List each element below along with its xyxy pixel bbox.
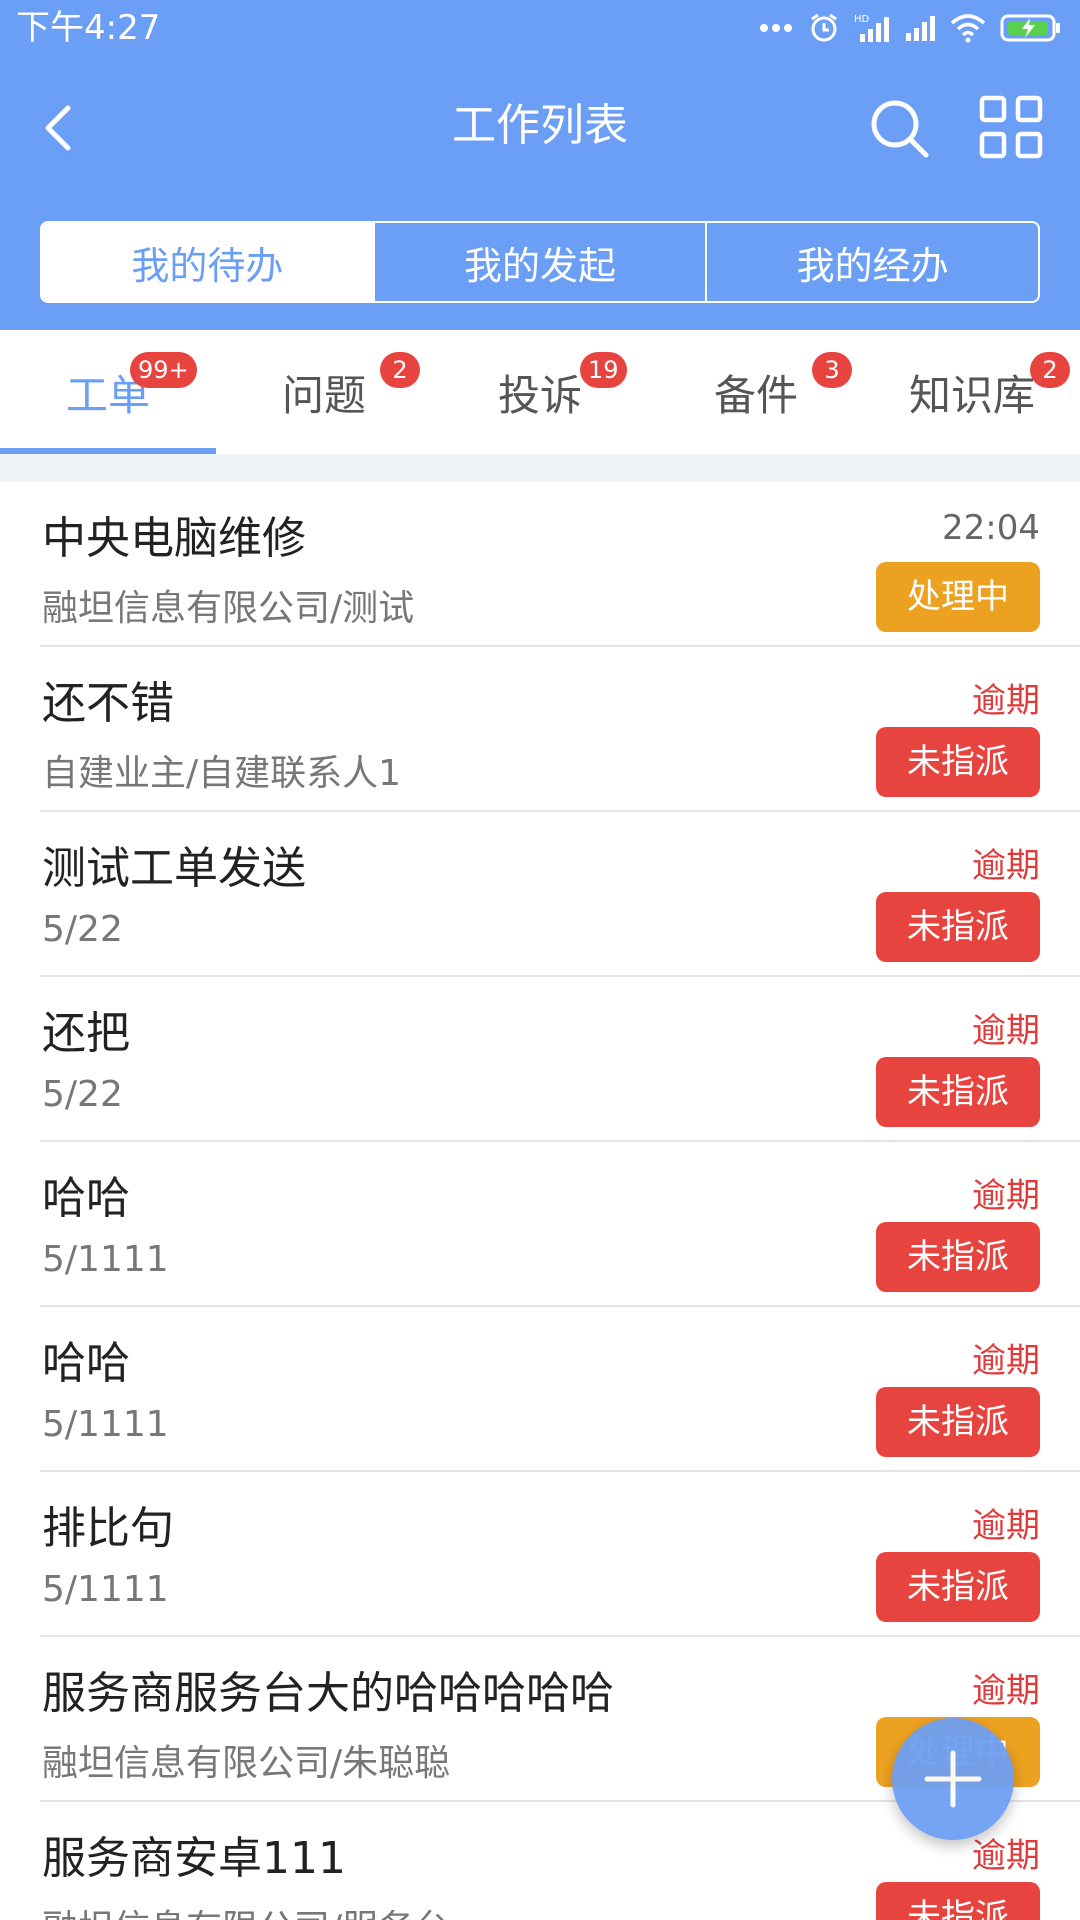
segmented-control: 我的待办 我的发起 我的经办 bbox=[40, 221, 1040, 303]
grid-icon bbox=[979, 95, 1043, 159]
tab-spare-parts[interactable]: 备件 3 bbox=[648, 330, 864, 454]
search-button[interactable] bbox=[866, 92, 932, 162]
add-button[interactable] bbox=[892, 1718, 1014, 1840]
list-item[interactable]: 哈哈 5/1111 逾期 未指派 bbox=[40, 1142, 1080, 1307]
status-time: 下午4:27 bbox=[16, 8, 161, 48]
tab-complaint[interactable]: 投诉 19 bbox=[432, 330, 648, 454]
status-badge: 未指派 bbox=[876, 1057, 1040, 1127]
tab-label: 备件 bbox=[713, 370, 798, 420]
status-badge: 处理中 bbox=[876, 562, 1040, 632]
item-subtitle: 5/1111 bbox=[42, 1404, 169, 1445]
tab-badge: 2 bbox=[1030, 352, 1070, 388]
status-badge: 未指派 bbox=[876, 1387, 1040, 1457]
segment-my-todo[interactable]: 我的待办 bbox=[42, 223, 373, 301]
list-item[interactable]: 排比句 5/1111 逾期 未指派 bbox=[40, 1472, 1080, 1637]
item-time: 22:04 bbox=[942, 508, 1040, 548]
status-icons: HD bbox=[758, 10, 1062, 46]
tab-badge: 99+ bbox=[130, 352, 197, 388]
alarm-icon bbox=[811, 13, 837, 42]
status-bar: 下午4:27 HD bbox=[0, 0, 1080, 56]
more-dots-icon bbox=[760, 24, 792, 32]
list-item[interactable]: 还把 5/22 逾期 未指派 bbox=[40, 977, 1080, 1142]
item-subtitle: 5/1111 bbox=[42, 1239, 169, 1280]
tab-label: 问题 bbox=[281, 370, 366, 420]
search-icon bbox=[871, 100, 929, 158]
item-subtitle: 自建业主/自建联系人1 bbox=[42, 753, 402, 794]
divider bbox=[0, 454, 1080, 482]
overdue-label: 逾期 bbox=[972, 1836, 1040, 1876]
item-title: 哈哈 bbox=[42, 1338, 130, 1389]
tab-badge: 3 bbox=[812, 352, 852, 388]
item-title: 中央电脑维修 bbox=[42, 513, 306, 564]
signal-icon bbox=[906, 16, 935, 41]
battery-charging-icon bbox=[1000, 14, 1060, 42]
status-badge: 未指派 bbox=[876, 1882, 1040, 1920]
overdue-label: 逾期 bbox=[972, 681, 1040, 721]
list-item[interactable]: 测试工单发送 5/22 逾期 未指派 bbox=[40, 812, 1080, 977]
wifi-icon bbox=[950, 14, 986, 43]
tab-knowledge-base[interactable]: 知识库 2 bbox=[864, 330, 1080, 454]
segment-my-handled[interactable]: 我的经办 bbox=[705, 223, 1038, 301]
overdue-label: 逾期 bbox=[972, 1011, 1040, 1051]
segment-bar: 我的待办 我的发起 我的经办 bbox=[0, 196, 1080, 330]
item-title: 服务商服务台大的哈哈哈哈哈 bbox=[42, 1668, 614, 1719]
work-order-list: 中央电脑维修 融坦信息有限公司/测试 22:04 处理中 还不错 自建业主/自建… bbox=[0, 482, 1080, 1920]
item-title: 还不错 bbox=[42, 678, 174, 729]
hd-signal-icon: HD bbox=[854, 14, 889, 42]
item-subtitle: 5/1111 bbox=[42, 1569, 169, 1610]
overdue-label: 逾期 bbox=[972, 846, 1040, 886]
svg-text:HD: HD bbox=[854, 14, 870, 25]
item-title: 测试工单发送 bbox=[42, 843, 306, 894]
tab-badge: 19 bbox=[580, 352, 627, 388]
list-item[interactable]: 中央电脑维修 融坦信息有限公司/测试 22:04 处理中 bbox=[40, 482, 1080, 647]
overdue-label: 逾期 bbox=[972, 1341, 1040, 1381]
list-item[interactable]: 哈哈 5/1111 逾期 未指派 bbox=[40, 1307, 1080, 1472]
item-subtitle: 融坦信息有限公司/朱聪聪 bbox=[42, 1743, 451, 1784]
item-title: 服务商安卓111 bbox=[42, 1833, 346, 1884]
item-subtitle: 5/22 bbox=[42, 1074, 123, 1115]
tab-badge: 2 bbox=[380, 352, 420, 388]
item-title: 哈哈 bbox=[42, 1173, 130, 1224]
overdue-label: 逾期 bbox=[972, 1506, 1040, 1546]
tab-label: 投诉 bbox=[497, 370, 582, 420]
tab-label: 知识库 bbox=[908, 370, 1035, 420]
segment-my-initiated[interactable]: 我的发起 bbox=[372, 223, 706, 301]
list-item[interactable]: 还不错 自建业主/自建联系人1 逾期 未指派 bbox=[40, 647, 1080, 812]
title-bar: 工作列表 bbox=[0, 56, 1080, 196]
item-subtitle: 5/22 bbox=[42, 909, 123, 950]
item-subtitle: 融坦信息有限公司/测试 bbox=[42, 588, 415, 629]
status-badge: 未指派 bbox=[876, 1222, 1040, 1292]
status-badge: 未指派 bbox=[876, 727, 1040, 797]
tab-work-order[interactable]: 工单 99+ bbox=[0, 330, 216, 454]
tab-problem[interactable]: 问题 2 bbox=[216, 330, 432, 454]
grid-menu-button[interactable] bbox=[978, 94, 1044, 160]
overdue-label: 逾期 bbox=[972, 1176, 1040, 1216]
status-badge: 未指派 bbox=[876, 1552, 1040, 1622]
item-subtitle: 融坦信息有限公司/服务台 bbox=[42, 1899, 450, 1920]
overdue-label: 逾期 bbox=[972, 1671, 1040, 1711]
status-badge: 未指派 bbox=[876, 892, 1040, 962]
item-title: 还把 bbox=[42, 1008, 130, 1059]
plus-icon bbox=[924, 1750, 982, 1808]
item-title: 排比句 bbox=[42, 1503, 174, 1554]
category-tabs: 工单 99+ 问题 2 投诉 19 备件 3 知识库 2 bbox=[0, 330, 1080, 454]
